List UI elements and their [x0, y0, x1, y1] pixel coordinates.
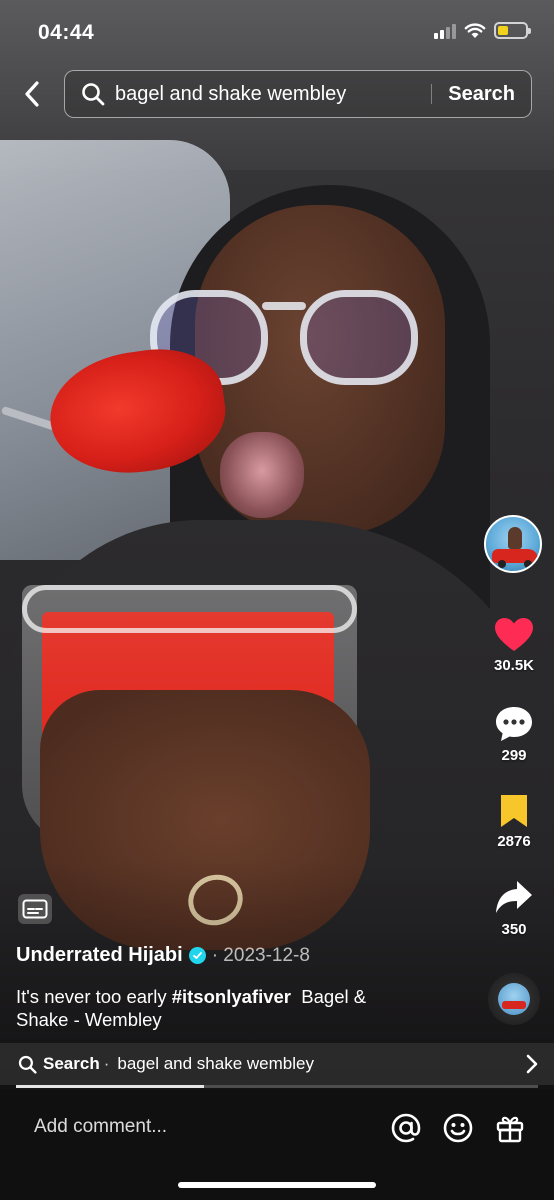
creator-avatar[interactable] — [484, 515, 542, 573]
captions-icon — [22, 899, 48, 919]
post-caption: It's never too early #itsonlyafiver Bage… — [16, 985, 416, 1031]
share-icon — [496, 881, 532, 913]
share-count: 350 — [501, 921, 527, 938]
save-button[interactable]: 2876 — [484, 793, 544, 850]
save-count: 2876 — [497, 833, 531, 850]
hashtag-link[interactable]: #itsonlyafiver — [172, 986, 291, 1007]
verified-icon — [188, 947, 206, 964]
mouth — [220, 432, 304, 518]
comment-tools — [390, 1112, 526, 1144]
comment-button[interactable]: 299 — [484, 705, 544, 764]
caption-text: It's never too early — [16, 986, 172, 1007]
author-name[interactable]: Underrated Hijabi — [16, 944, 183, 967]
search-icon — [18, 1055, 37, 1074]
post-date: · 2023-12-8 — [211, 944, 310, 966]
search-input[interactable]: bagel and shake wembley — [115, 83, 431, 106]
status-bar: 04:44 — [0, 0, 554, 60]
status-icons — [434, 22, 531, 39]
wifi-icon — [464, 22, 486, 38]
search-divider — [431, 84, 433, 104]
battery-icon — [494, 22, 531, 39]
video-progress-bar[interactable] — [16, 1085, 538, 1088]
home-indicator — [178, 1182, 376, 1188]
back-icon — [25, 81, 39, 107]
author-row: Underrated Hijabi · 2023-12-8 — [16, 944, 310, 967]
emoji-icon[interactable] — [442, 1112, 474, 1144]
cup-rim — [22, 585, 357, 633]
heart-icon — [495, 618, 533, 651]
share-button[interactable]: 350 — [484, 879, 544, 938]
related-search-bar[interactable]: Search · bagel and shake wembley — [0, 1043, 554, 1085]
like-button[interactable]: 30.5K — [484, 617, 544, 674]
comment-count: 299 — [501, 747, 527, 764]
cellular-signal-icon — [434, 23, 456, 39]
search-bar[interactable]: bagel and shake wembley Search — [64, 70, 532, 118]
status-time: 04:44 — [38, 21, 95, 44]
comment-input[interactable]: Add comment... — [34, 1116, 167, 1138]
related-search-label: Search — [43, 1054, 100, 1073]
sound-disc[interactable] — [488, 973, 540, 1025]
chevron-right-icon — [526, 1054, 538, 1079]
related-search-separator: · — [103, 1054, 110, 1073]
video-progress-fill — [16, 1085, 204, 1088]
comment-bar: Add comment... — [0, 1090, 554, 1200]
comment-icon — [496, 707, 532, 741]
like-count: 30.5K — [493, 657, 535, 674]
bookmark-icon — [501, 795, 527, 827]
search-icon — [81, 82, 105, 106]
search-button[interactable]: Search — [448, 83, 515, 106]
battery-level — [498, 26, 509, 35]
related-search-query: bagel and shake wembley — [117, 1054, 314, 1073]
glasses-bridge — [262, 302, 306, 310]
at-icon[interactable] — [390, 1112, 422, 1144]
glasses-right-lens — [300, 290, 418, 385]
gift-icon[interactable] — [494, 1112, 526, 1144]
captions-button[interactable] — [18, 894, 52, 924]
video-player[interactable] — [0, 0, 554, 1090]
back-button[interactable] — [16, 78, 48, 110]
